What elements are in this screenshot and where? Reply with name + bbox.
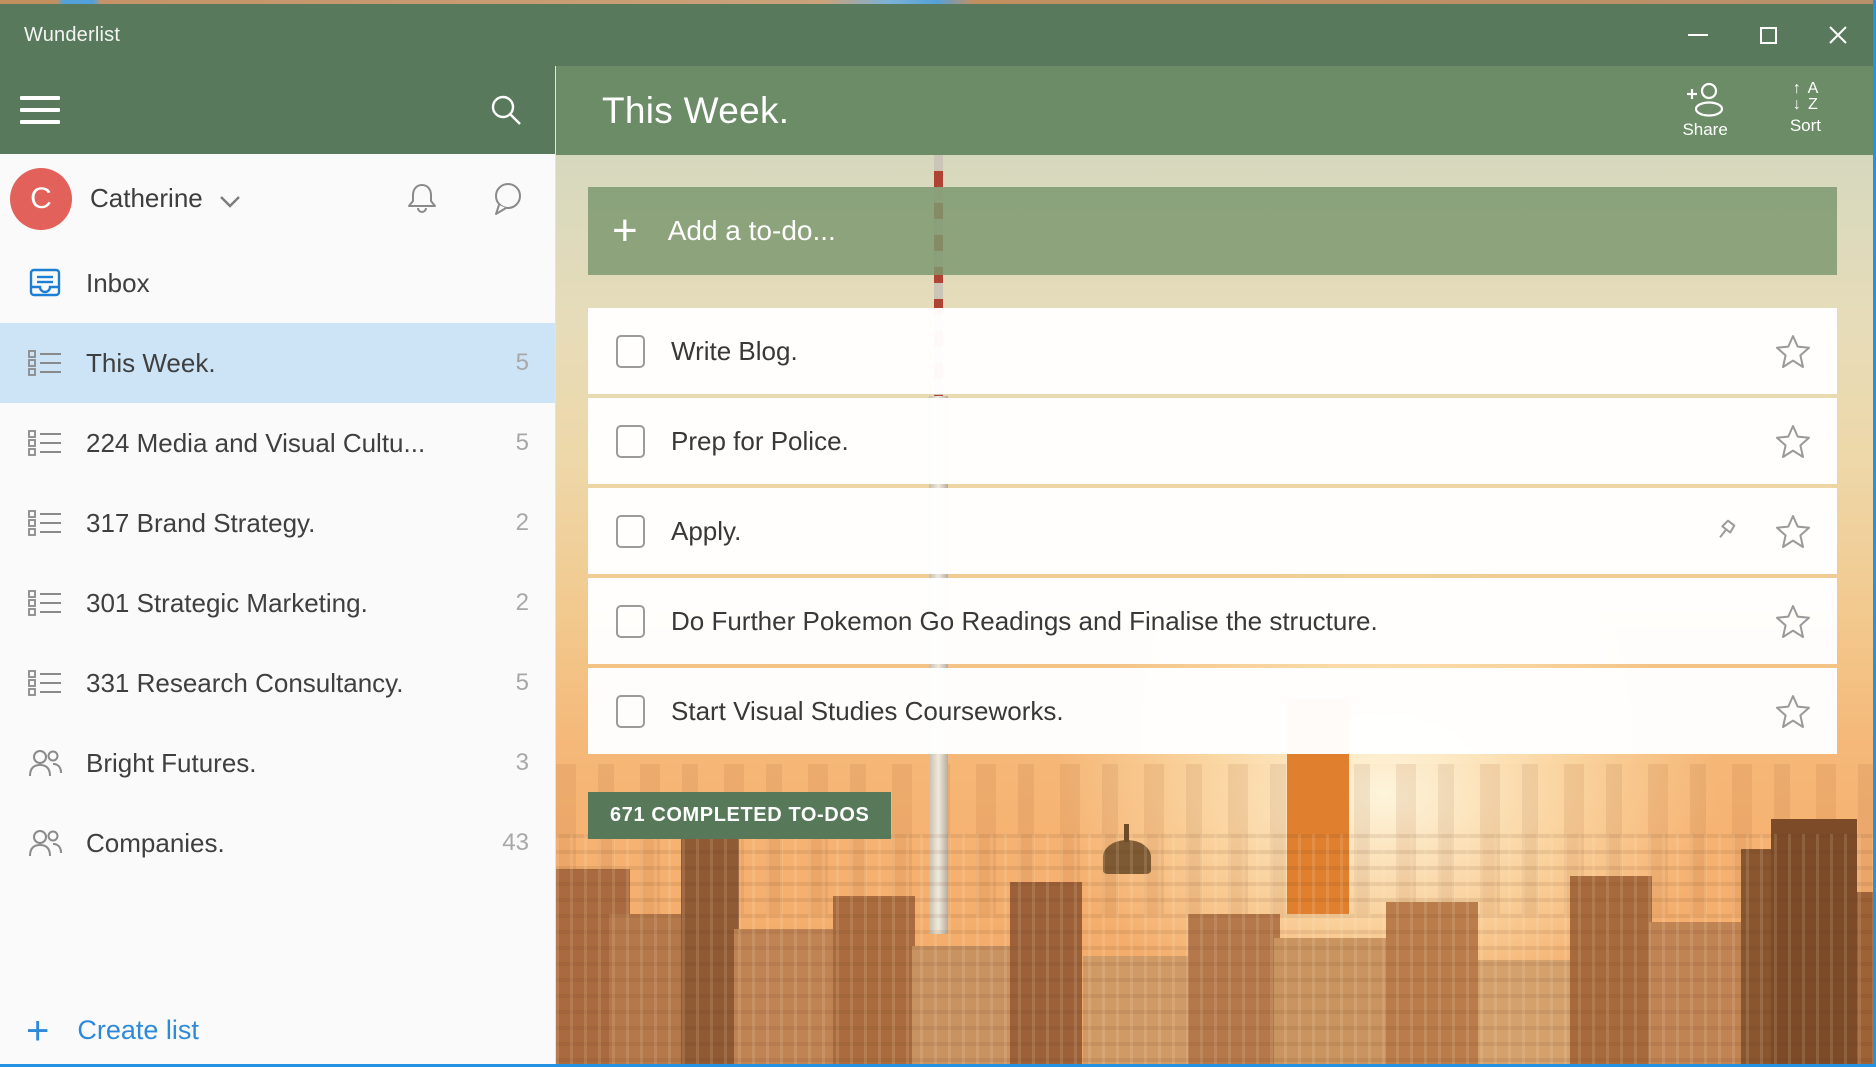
- sidebar: C Catherine: [0, 66, 556, 1064]
- todo-label: Prep for Police.: [671, 426, 849, 457]
- todo-label: Do Further Pokemon Go Readings and Final…: [671, 606, 1378, 637]
- minimize-button[interactable]: [1663, 4, 1733, 66]
- todo-checkbox[interactable]: [616, 335, 645, 368]
- sidebar-item-317-brand[interactable]: 317 Brand Strategy. 2: [0, 483, 555, 563]
- sidebar-item-224-media[interactable]: 224 Media and Visual Cultu... 5: [0, 403, 555, 483]
- list-count: 2: [516, 509, 529, 537]
- hamburger-menu-button[interactable]: [20, 96, 60, 124]
- todo-content: + Add a to-do... Write Blog. Prep for Po…: [588, 187, 1837, 1064]
- people-icon: [26, 827, 64, 859]
- sidebar-item-label: Bright Futures.: [86, 748, 257, 779]
- todo-row[interactable]: Write Blog.: [588, 308, 1837, 394]
- sidebar-item-bright-futures[interactable]: Bright Futures. 3: [0, 723, 555, 803]
- list-count: 3: [516, 749, 529, 777]
- header-actions: Share ↑A ↓Z Sort: [1682, 81, 1821, 140]
- sidebar-item-label: This Week.: [86, 348, 216, 379]
- list-icon: [26, 508, 64, 538]
- create-list-button[interactable]: + Create list: [26, 1015, 199, 1046]
- sort-label: Sort: [1790, 116, 1821, 136]
- avatar-initial: C: [30, 182, 52, 216]
- todo-row[interactable]: Apply.: [588, 488, 1837, 574]
- sidebar-item-label: Inbox: [86, 268, 150, 299]
- todo-row[interactable]: Start Visual Studies Courseworks.: [588, 668, 1837, 754]
- sort-button[interactable]: ↑A ↓Z Sort: [1790, 81, 1821, 140]
- share-label: Share: [1682, 120, 1727, 140]
- star-icon[interactable]: [1775, 694, 1811, 728]
- list-header: This Week. Share ↑A ↓Z Sor: [556, 66, 1873, 155]
- app-title: Wunderlist: [24, 24, 120, 47]
- list-icon: [26, 348, 64, 378]
- inbox-icon: [26, 265, 64, 301]
- sidebar-item-331-research[interactable]: 331 Research Consultancy. 5: [0, 643, 555, 723]
- chat-icon[interactable]: [489, 180, 527, 217]
- account-row[interactable]: C Catherine: [0, 154, 555, 243]
- maximize-icon: [1760, 27, 1777, 44]
- window-controls: [1663, 4, 1873, 66]
- chevron-down-icon[interactable]: [219, 195, 241, 208]
- todo-label: Write Blog.: [671, 336, 798, 367]
- close-icon: [1828, 25, 1848, 45]
- list-icon: [26, 428, 64, 458]
- sidebar-header: [0, 66, 555, 154]
- plus-icon: +: [26, 1016, 49, 1046]
- sidebar-item-companies[interactable]: Companies. 43: [0, 803, 555, 883]
- todo-label: Apply.: [671, 516, 741, 547]
- sidebar-item-label: 224 Media and Visual Cultu...: [86, 428, 425, 459]
- plus-icon: +: [612, 211, 638, 251]
- list-count: 5: [516, 429, 529, 457]
- todo-checkbox[interactable]: [616, 425, 645, 458]
- todo-checkbox[interactable]: [616, 515, 645, 548]
- star-icon[interactable]: [1775, 514, 1811, 548]
- list-count: 43: [502, 829, 529, 857]
- pin-icon: [1711, 517, 1739, 545]
- wunderlist-window: Wunderlist C Catherine: [0, 0, 1876, 1067]
- todo-list: Write Blog. Prep for Police.: [588, 308, 1837, 754]
- close-button[interactable]: [1803, 4, 1873, 66]
- main-panel: This Week. Share ↑A ↓Z Sor: [556, 66, 1873, 1064]
- sidebar-item-301-strategic[interactable]: 301 Strategic Marketing. 2: [0, 563, 555, 643]
- sidebar-item-label: 301 Strategic Marketing.: [86, 588, 368, 619]
- list-count: 5: [516, 669, 529, 697]
- add-todo-placeholder: Add a to-do...: [668, 215, 836, 247]
- todo-checkbox[interactable]: [616, 695, 645, 728]
- create-list-label: Create list: [77, 1015, 199, 1046]
- star-icon[interactable]: [1775, 424, 1811, 458]
- sidebar-item-this-week[interactable]: This Week. 5: [0, 323, 555, 403]
- sort-icon: ↑A ↓Z: [1791, 81, 1820, 113]
- completed-todos-label: 671 COMPLETED TO-DOS: [610, 804, 869, 827]
- sidebar-lists: Inbox This Week. 5: [0, 243, 555, 883]
- avatar[interactable]: C: [10, 168, 72, 230]
- todo-checkbox[interactable]: [616, 605, 645, 638]
- minimize-icon: [1688, 34, 1708, 36]
- page-title: This Week.: [556, 90, 789, 132]
- hamburger-icon: [20, 96, 60, 100]
- share-button[interactable]: Share: [1682, 81, 1727, 140]
- list-count: 2: [516, 589, 529, 617]
- add-todo-input[interactable]: + Add a to-do...: [588, 187, 1837, 275]
- todo-row[interactable]: Do Further Pokemon Go Readings and Final…: [588, 578, 1837, 664]
- star-icon[interactable]: [1775, 604, 1811, 638]
- title-bar: Wunderlist: [0, 4, 1873, 66]
- share-icon: [1683, 81, 1727, 117]
- user-name: Catherine: [90, 183, 203, 214]
- search-icon[interactable]: [487, 91, 525, 129]
- list-count: 5: [516, 349, 529, 377]
- bell-icon[interactable]: [405, 181, 439, 217]
- sidebar-item-label: Companies.: [86, 828, 225, 859]
- user-icons: [405, 180, 527, 217]
- completed-todos-badge[interactable]: 671 COMPLETED TO-DOS: [588, 792, 891, 839]
- sidebar-item-inbox[interactable]: Inbox: [0, 243, 555, 323]
- sidebar-item-label: 317 Brand Strategy.: [86, 508, 315, 539]
- people-icon: [26, 747, 64, 779]
- list-icon: [26, 668, 64, 698]
- sidebar-item-label: 331 Research Consultancy.: [86, 668, 403, 699]
- star-icon[interactable]: [1775, 334, 1811, 368]
- maximize-button[interactable]: [1733, 4, 1803, 66]
- list-icon: [26, 588, 64, 618]
- todo-row[interactable]: Prep for Police.: [588, 398, 1837, 484]
- todo-label: Start Visual Studies Courseworks.: [671, 696, 1064, 727]
